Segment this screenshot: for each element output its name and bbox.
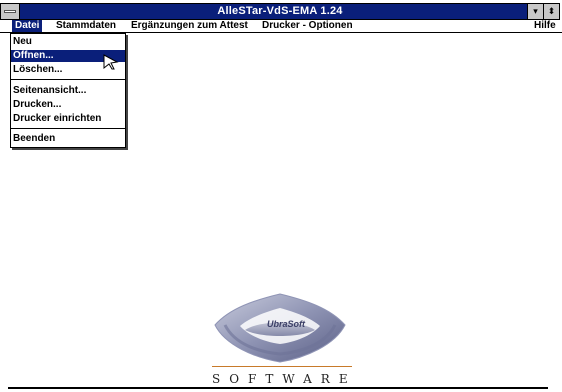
menu-item-beenden[interactable]: Beenden — [11, 133, 125, 145]
bottom-border — [8, 387, 548, 389]
logo-emblem-text: UbraSoft — [267, 319, 305, 329]
menu-stammdaten[interactable]: Stammdaten — [53, 20, 119, 32]
brand-software-text: SOFTWARE — [212, 372, 357, 386]
menu-drucker-optionen[interactable]: Drucker - Optionen — [259, 20, 356, 32]
mouse-pointer-icon — [103, 54, 119, 70]
menu-item-seitenansicht[interactable]: Seitenansicht... — [11, 85, 125, 97]
application-window: AlleSTar-VdS-EMA 1.24 ▾ ⬍ Datei Stammdat… — [0, 0, 562, 392]
menu-separator — [11, 79, 125, 80]
menu-item-neu[interactable]: Neu — [11, 36, 125, 48]
menu-hilfe[interactable]: Hilfe — [531, 20, 559, 32]
menu-item-drucken[interactable]: Drucken... — [11, 99, 125, 111]
datei-dropdown-menu: Neu Öffnen... Löschen... Seitenansicht..… — [10, 33, 126, 148]
title-bar: AlleSTar-VdS-EMA 1.24 ▾ ⬍ — [0, 3, 560, 20]
menu-ergaenzungen[interactable]: Ergänzungen zum Attest — [128, 20, 251, 32]
menu-datei[interactable]: Datei — [12, 20, 43, 32]
menu-separator — [11, 128, 125, 129]
maximize-button[interactable]: ⬍ — [543, 4, 559, 19]
brand-underline — [212, 366, 352, 367]
minimize-button[interactable]: ▾ — [527, 4, 543, 19]
menu-bar: Datei Stammdaten Ergänzungen zum Attest … — [0, 20, 562, 33]
menu-item-drucker-einrichten[interactable]: Drucker einrichten — [11, 113, 125, 125]
window-title: AlleSTar-VdS-EMA 1.24 — [217, 5, 343, 17]
